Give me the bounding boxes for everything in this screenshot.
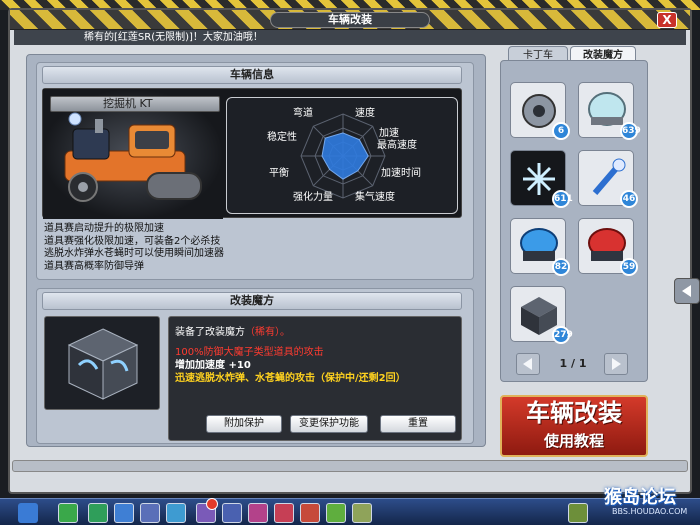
home-icon[interactable] xyxy=(114,503,134,523)
stat-label-stability: 稳定性 xyxy=(267,132,297,143)
stat-label-charge-speed: 集气速度 xyxy=(355,192,395,203)
arrow-left-icon xyxy=(682,285,691,297)
watermark-logo: 猴岛论坛 xyxy=(604,487,676,508)
modify-magic-header: 改装魔方 xyxy=(42,292,462,310)
dark-cube-icon xyxy=(67,328,139,400)
people-icon[interactable] xyxy=(222,503,242,523)
announcement-bar: 稀有的[红莲SR(无限制)]！大家加油哦！ xyxy=(14,30,686,45)
side-collapse-button[interactable] xyxy=(674,278,700,304)
stat-label-balance: 平衡 xyxy=(269,168,289,179)
car-name-label: 挖掘机 KT xyxy=(50,96,220,112)
stats-radar-chart xyxy=(300,113,386,199)
stat-label-curve: 弯道 xyxy=(293,108,313,119)
vehicle-info-header: 车辆信息 xyxy=(42,66,462,84)
next-page-button[interactable] xyxy=(604,353,628,375)
stat-label-accel-time: 加速时间 xyxy=(381,168,421,179)
description-line: 逃脱水炸弹水苍蝇时可以使用瞬间加速器 xyxy=(44,248,224,259)
reset-button[interactable]: 重置 xyxy=(380,415,456,433)
prev-page-button[interactable] xyxy=(516,353,540,375)
description-line: 道具赛高概率防御导弹 xyxy=(44,260,144,272)
back-icon[interactable] xyxy=(58,503,78,523)
slot-count-badge: 279 xyxy=(552,326,573,344)
tutorial-title: 车辆改装 xyxy=(526,399,622,427)
stat-label-speed: 速度 xyxy=(355,108,375,119)
slot-count-badge: 639 xyxy=(620,122,641,140)
effect-yellow-line: 迅速逃脱水炸弹、水苍蝇的攻击（保护中/还剩2回） xyxy=(175,373,406,384)
window-bottom-bar xyxy=(12,460,688,472)
window-title: 车辆改装 xyxy=(270,12,430,28)
page-indicator: 1 / 1 xyxy=(559,357,587,370)
radar-values-polygon xyxy=(321,132,369,180)
tutorial-subtitle: 使用教程 xyxy=(543,432,604,450)
notification-badge xyxy=(206,498,218,510)
friends-icon[interactable] xyxy=(300,503,320,523)
menu-icon[interactable] xyxy=(568,503,588,523)
close-button[interactable]: X xyxy=(657,12,677,28)
slot-count-badge: 611 xyxy=(552,190,573,208)
equipped-rarity: （稀有）。 xyxy=(245,327,290,338)
slot-count-badge: 82 xyxy=(552,258,570,276)
slot-count-badge: 6 xyxy=(552,122,570,140)
stat-label-boost-power: 强化力量 xyxy=(293,192,333,203)
stats-radar-box: 弯道 速度 稳定性 平衡 加速 最高速度 加速时间 强化力量 集气速度 xyxy=(226,97,458,214)
description-line: 道具赛强化极限加速，可装备2个必杀技 xyxy=(44,235,221,247)
watermark-url: BBS.HOUDAO.COM xyxy=(612,507,688,516)
slot-count-badge: 46 xyxy=(620,190,638,208)
add-protection-button[interactable]: 附加保护 xyxy=(206,415,282,433)
arrow-left-icon xyxy=(523,358,532,370)
stat-label-top-speed: 最高速度 xyxy=(377,140,417,151)
book-icon[interactable] xyxy=(274,503,294,523)
description-line: 道具赛启动提升的极限加速 xyxy=(44,223,164,234)
heart-icon[interactable] xyxy=(248,503,268,523)
chart-icon[interactable] xyxy=(166,503,186,523)
letter-icon[interactable] xyxy=(352,503,372,523)
arrow-right-icon xyxy=(612,358,621,370)
vehicle-description: 道具赛启动提升的极限加速 道具赛强化极限加速，可装备2个必杀技 逃脱水炸弹水苍蝇… xyxy=(44,223,464,277)
magic-cube-preview xyxy=(44,316,160,410)
equipped-prefix: 装备了改装魔方 xyxy=(175,327,245,338)
start-icon[interactable] xyxy=(18,503,38,523)
edit-icon[interactable] xyxy=(140,503,160,523)
slot-count-badge: 59 xyxy=(620,258,638,276)
shop-icon[interactable] xyxy=(88,503,108,523)
change-protection-button[interactable]: 变更保护功能 xyxy=(290,415,368,433)
chat-icon[interactable] xyxy=(326,503,346,523)
